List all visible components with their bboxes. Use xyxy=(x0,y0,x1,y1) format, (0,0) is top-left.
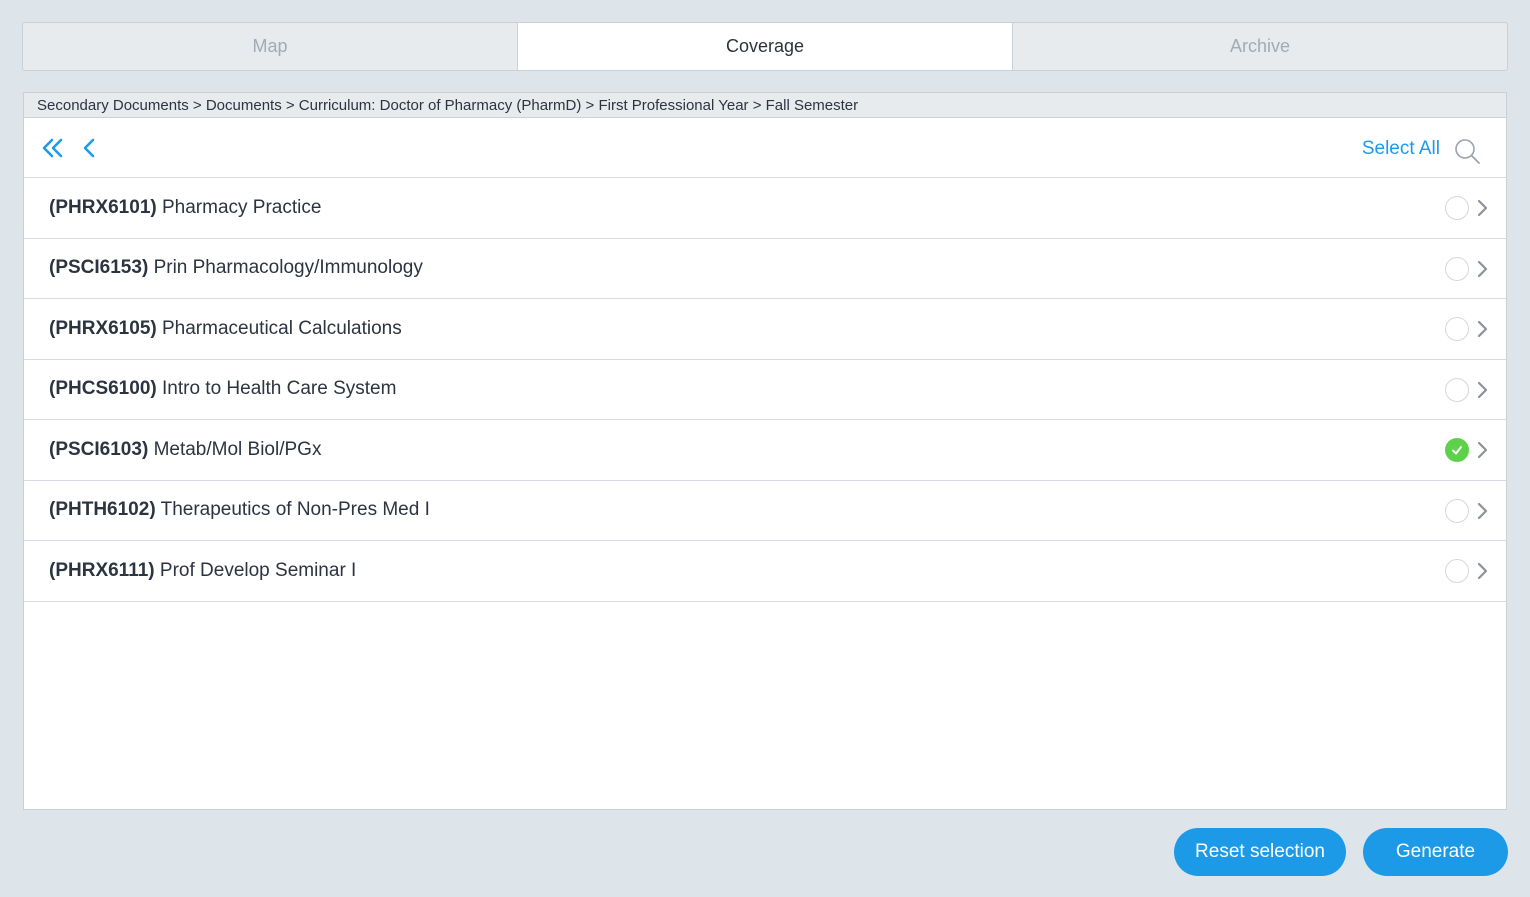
chevron-right-icon xyxy=(1477,320,1488,338)
chevron-right-icon xyxy=(1477,441,1488,459)
course-label: (PHRX6105) Pharmaceutical Calculations xyxy=(49,318,402,340)
course-code: (PHRX6101) xyxy=(49,196,157,218)
list-item[interactable]: (PHRX6101) Pharmacy Practice xyxy=(24,178,1506,239)
selection-circle[interactable] xyxy=(1445,256,1469,281)
course-code: (PSCI6103) xyxy=(49,438,149,460)
search-icon xyxy=(1455,139,1480,164)
course-title: Prin Pharmacology/Immunology xyxy=(153,257,423,279)
course-code: (PHTH6102) xyxy=(49,499,156,521)
list-item[interactable]: (PHTH6102) Therapeutics of Non-Pres Med … xyxy=(24,481,1506,541)
coverage-panel: Secondary Documents > Documents > Curric… xyxy=(23,92,1507,810)
chevron-right-icon xyxy=(1477,199,1488,217)
select-all-link[interactable]: Select All xyxy=(1362,138,1440,160)
course-title: Pharmaceutical Calculations xyxy=(162,317,402,339)
selection-circle[interactable] xyxy=(1445,377,1469,402)
list-item[interactable]: (PHCS6100) Intro to Health Care System xyxy=(24,360,1506,420)
list-item[interactable]: (PHRX6105) Pharmaceutical Calculations xyxy=(24,299,1506,360)
course-label: (PSCI6103) Metab/Mol Biol/PGx xyxy=(49,439,321,461)
course-title: Metab/Mol Biol/PGx xyxy=(153,438,322,460)
reset-selection-button[interactable]: Reset selection xyxy=(1174,828,1346,876)
course-label: (PHRX6101) Pharmacy Practice xyxy=(49,197,321,219)
list-item[interactable]: (PSCI6153) Prin Pharmacology/Immunology xyxy=(24,239,1506,299)
course-label: (PSCI6153) Prin Pharmacology/Immunology xyxy=(49,257,423,279)
selection-circle[interactable] xyxy=(1445,498,1469,523)
search-button[interactable] xyxy=(1454,138,1482,166)
list-item[interactable]: (PHRX6111) Prof Develop Seminar I xyxy=(24,541,1506,602)
course-label: (PHCS6100) Intro to Health Care System xyxy=(49,378,396,400)
course-title: Therapeutics of Non-Pres Med I xyxy=(160,499,430,521)
list-item[interactable]: (PSCI6103) Metab/Mol Biol/PGx xyxy=(24,420,1506,481)
course-title: Intro to Health Care System xyxy=(162,378,397,400)
chevron-right-icon xyxy=(1477,260,1488,277)
back-button[interactable] xyxy=(76,136,102,160)
course-label: (PHRX6111) Prof Develop Seminar I xyxy=(49,560,356,582)
selection-circle[interactable] xyxy=(1445,196,1469,220)
course-code: (PHRX6105) xyxy=(49,317,157,339)
tab-archive[interactable]: Archive xyxy=(1013,23,1507,70)
chevron-right-icon xyxy=(1477,381,1488,398)
selection-circle[interactable] xyxy=(1445,317,1469,341)
first-level-button[interactable] xyxy=(40,136,66,160)
tab-bar: Map Coverage Archive xyxy=(22,22,1508,71)
breadcrumb: Secondary Documents > Documents > Curric… xyxy=(24,93,1506,118)
chevron-right-icon xyxy=(1477,562,1488,580)
double-chevron-left-icon xyxy=(42,138,63,158)
checkmark-icon xyxy=(1452,446,1462,455)
course-code: (PHRX6111) xyxy=(49,559,155,581)
course-title: Pharmacy Practice xyxy=(162,196,322,218)
course-code: (PSCI6153) xyxy=(49,257,149,279)
course-list: (PHRX6101) Pharmacy Practice (PSCI6153) … xyxy=(24,178,1506,602)
selection-circle[interactable] xyxy=(1445,559,1469,583)
course-title: Prof Develop Seminar I xyxy=(159,559,357,581)
tab-map[interactable]: Map xyxy=(23,23,518,70)
chevron-left-icon xyxy=(83,138,95,158)
course-code: (PHCS6100) xyxy=(49,378,157,400)
generate-button[interactable]: Generate xyxy=(1363,828,1508,876)
tab-coverage[interactable]: Coverage xyxy=(518,23,1013,70)
list-toolbar: Select All xyxy=(24,118,1506,178)
chevron-right-icon xyxy=(1477,502,1488,519)
selection-circle-checked[interactable] xyxy=(1445,438,1469,462)
course-label: (PHTH6102) Therapeutics of Non-Pres Med … xyxy=(49,499,430,521)
